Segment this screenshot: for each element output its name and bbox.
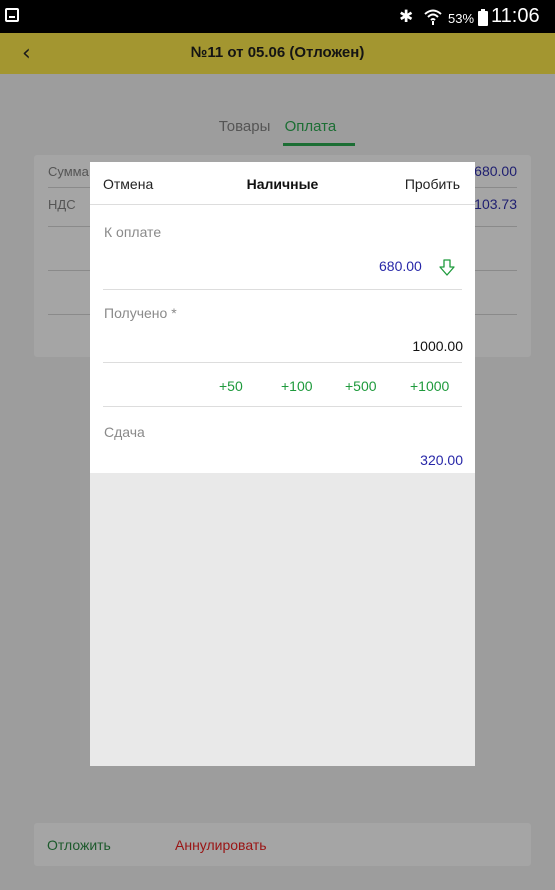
clock: 11:06 <box>491 5 540 27</box>
active-tab-indicator <box>283 143 355 146</box>
tab-goods[interactable]: Товары <box>219 118 271 135</box>
divider <box>103 406 462 407</box>
bottom-action-bar: Отложить Аннулировать <box>34 823 531 866</box>
divider <box>90 204 475 205</box>
battery-percent: 53% <box>448 11 475 26</box>
to-pay-label: К оплате <box>104 224 162 240</box>
quick-add-500-button[interactable]: +500 <box>345 378 377 394</box>
notification-icon <box>5 8 19 22</box>
dialog-submit-button[interactable]: Пробить <box>405 176 460 192</box>
divider <box>103 289 462 290</box>
arrow-down-icon[interactable] <box>439 259 455 277</box>
change-label: Сдача <box>104 424 145 440</box>
change-value: 320.00 <box>420 452 463 468</box>
divider <box>103 362 462 363</box>
to-pay-value: 680.00 <box>379 258 422 274</box>
tab-payment[interactable]: Оплата <box>285 118 337 135</box>
vat-label: НДС <box>48 197 76 212</box>
tab-bar: Товары Оплата <box>0 118 555 135</box>
dialog-content: Отмена Наличные Пробить К оплате 680.00 … <box>90 162 475 473</box>
annul-button[interactable]: Аннулировать <box>175 837 267 853</box>
vat-value: 103.73 <box>474 196 517 212</box>
status-bar: ✱ 53% 11:06 <box>0 0 555 33</box>
wifi-icon <box>424 9 442 25</box>
quick-add-100-button[interactable]: +100 <box>281 378 313 394</box>
bluetooth-icon: ✱ <box>399 7 414 27</box>
cash-payment-dialog: Отмена Наличные Пробить К оплате 680.00 … <box>90 162 475 766</box>
app-header: ‹ №11 от 05.06 (Отложен) <box>0 33 555 74</box>
sum-value: 680.00 <box>474 163 517 179</box>
received-label: Получено * <box>104 305 177 321</box>
postpone-button[interactable]: Отложить <box>47 837 111 853</box>
battery-icon <box>478 9 488 26</box>
quick-add-1000-button[interactable]: +1000 <box>410 378 449 394</box>
quick-add-50-button[interactable]: +50 <box>219 378 243 394</box>
received-input[interactable]: 1000.00 <box>412 338 463 354</box>
page-title: №11 от 05.06 (Отложен) <box>190 44 365 61</box>
sum-label: Сумма <box>48 164 89 179</box>
